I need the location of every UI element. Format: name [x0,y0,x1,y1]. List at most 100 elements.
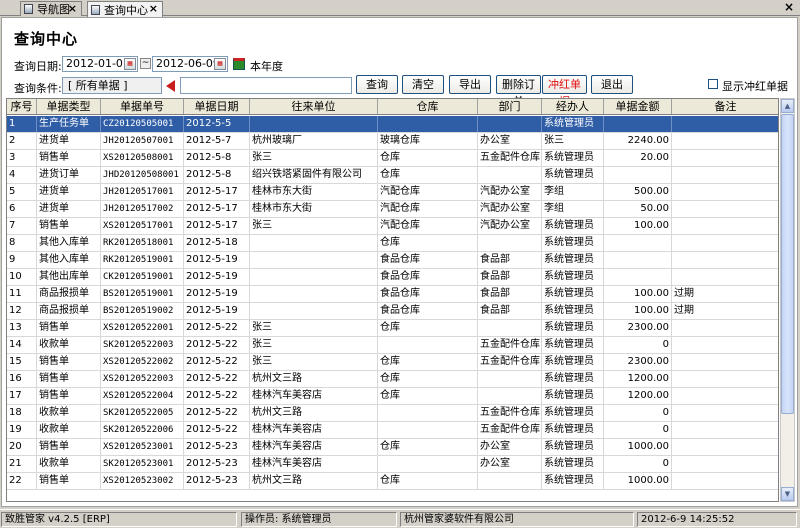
table-row[interactable]: 21 收款单 SK20120523001 2012-5-23 桂林汽车美容店 办公室 系统管… [7,456,778,473]
cell-doc-date: 2012-5-5 [184,116,250,132]
table-row[interactable]: 4 进货订单 JHD20120508001 2012-5-8 绍兴铁塔紧固件有限公司 仓库… [7,167,778,184]
scroll-up-icon[interactable]: ▲ [781,99,794,113]
cell-partner: 张三 [250,337,378,353]
table-row[interactable]: 8 其他入库单 RK20120518001 2012-5-18 仓库 系统管理员 [7,235,778,252]
header-col-department[interactable]: 部门 [478,99,542,114]
table-row[interactable]: 20 销售单 XS20120523001 2012-5-23 桂林汽车美容店 仓库 办公室系… [7,439,778,456]
table-row[interactable]: 9 其他入库单 RK20120519001 2012-5-19 食品仓库 食品部 系统管理员 [7,252,778,269]
cell-warehouse: 食品仓库 [378,269,478,285]
cell-department: 汽配办公室 [478,218,542,234]
table-row[interactable]: 19 收款单 SK20120522006 2012-5-22 桂林汽车美容店 五金配件仓库… [7,422,778,439]
cell-doc-number: SK20120522003 [101,337,184,353]
show-reverse-checkbox[interactable] [708,79,718,89]
cell-handler: 系统管理员 [542,405,604,421]
close-tab-icon[interactable]: × [149,2,158,16]
cell-warehouse: 仓库 [378,388,478,404]
condition-selector[interactable]: [ 所有单据 ] [62,77,162,94]
table-row[interactable]: 15 销售单 XS20120522002 2012-5-22 张三 仓库 五金配件仓库 系统管… [7,354,778,371]
close-tab-icon[interactable]: × [68,2,77,16]
header-col-amount[interactable]: 单据金额 [604,99,672,114]
header-col-doc-number[interactable]: 单据单号 [101,99,184,114]
cell-doc-number: RK20120518001 [101,235,184,251]
date-label: 查询日期: [14,60,62,73]
cell-doc-number: XS20120522004 [101,388,184,404]
cell-doc-date: 2012-5-19 [184,269,250,285]
tab-query-center[interactable]: 查询中心 × [87,1,163,17]
table-row[interactable]: 5 进货单 JH20120517001 2012-5-17 桂林市东大街 汽配仓库 汽配办公… [7,184,778,201]
cell-partner: 桂林市东大街 [250,184,378,200]
scroll-down-icon[interactable]: ▼ [781,487,794,501]
header-col-remark[interactable]: 备注 [672,99,778,114]
table-row[interactable]: 6 进货单 JH20120517002 2012-5-17 桂林市东大街 汽配仓库 汽配办公… [7,201,778,218]
calendar-icon[interactable]: ▦ [124,58,136,70]
table-row[interactable]: 11 商品报损单 BS20120519001 2012-5-19 食品仓库 食品部 系统管理… [7,286,778,303]
condition-input[interactable] [180,77,352,94]
close-window-icon[interactable]: × [784,0,794,15]
scroll-thumb[interactable] [781,114,794,414]
year-calendar-icon[interactable] [233,58,245,70]
cell-remark [672,218,778,234]
cell-doc-number: XS20120523001 [101,439,184,455]
tab-navigation-map[interactable]: 导航图 × [20,1,82,16]
header-col-index[interactable]: 序号 [7,99,37,114]
table-row[interactable]: 17 销售单 XS20120522004 2012-5-22 桂林汽车美容店 仓库 系统管理… [7,388,778,405]
cell-department: 办公室 [478,456,542,472]
header-col-partner[interactable]: 往来单位 [250,99,378,114]
clear-button[interactable]: 清空 [402,75,444,94]
table-row[interactable]: 1 生产任务单 CZ20120505001 2012-5-5 系统管理员 [7,116,778,133]
cell-doc-type: 收款单 [37,456,101,472]
table-row[interactable]: 14 收款单 SK20120522003 2012-5-22 张三 五金配件仓库 系统管理员… [7,337,778,354]
cell-doc-date: 2012-5-22 [184,371,250,387]
header-col-handler[interactable]: 经办人 [542,99,604,114]
cell-amount: 1200.00 [604,388,672,404]
table-row[interactable]: 16 销售单 XS20120522003 2012-5-22 杭州文三路 仓库 系统管理员 1… [7,371,778,388]
header-col-doc-date[interactable]: 单据日期 [184,99,250,114]
cell-partner [250,303,378,319]
cell-handler: 系统管理员 [542,354,604,370]
results-table[interactable]: 序号 单据类型 单据单号 单据日期 往来单位 仓库 部门 经办人 单据金额 备注 1 生产任务单 CZ… [6,98,779,502]
cell-department: 五金配件仓库 [478,422,542,438]
cell-doc-date: 2012-5-19 [184,252,250,268]
table-row[interactable]: 7 销售单 XS20120517001 2012-5-17 张三 汽配仓库 汽配办公室 系统管… [7,218,778,235]
arrow-left-icon[interactable] [166,80,175,92]
calendar-icon[interactable]: ▦ [214,58,226,70]
cell-handler: 系统管理员 [542,422,604,438]
table-row[interactable]: 18 收款单 SK20120522005 2012-5-22 杭州文三路 五金配件仓库 系统… [7,405,778,422]
header-col-warehouse[interactable]: 仓库 [378,99,478,114]
cell-amount: 0 [604,456,672,472]
search-button[interactable]: 查询 [356,75,398,94]
cell-amount: 0 [604,422,672,438]
cell-amount [604,235,672,251]
reverse-document-button[interactable]: 冲红单据 [542,75,587,108]
cell-handler: 张三 [542,133,604,149]
table-row[interactable]: 3 销售单 XS20120508001 2012-5-8 张三 仓库 五金配件仓库 系统管理员… [7,150,778,167]
table-row[interactable]: 10 其他出库单 CK20120519001 2012-5-19 食品仓库 食品部 系统管理… [7,269,778,286]
cell-warehouse: 仓库 [378,235,478,251]
export-button[interactable]: 导出 [449,75,491,94]
delete-order-button[interactable]: 删除订单 [496,75,541,108]
vertical-scrollbar[interactable]: ▲ ▼ [780,98,795,502]
cell-amount: 0 [604,405,672,421]
current-year-label[interactable]: 本年度 [250,58,283,74]
table-row[interactable]: 13 销售单 XS20120522001 2012-5-22 张三 仓库 系统管理员 2300… [7,320,778,337]
cell-warehouse: 仓库 [378,320,478,336]
cell-department [478,388,542,404]
cell-partner: 杭州文三路 [250,473,378,489]
cell-doc-type: 其他出库单 [37,269,101,285]
table-row[interactable]: 2 进货单 JH20120507001 2012-5-7 杭州玻璃厂 玻璃仓库 办公室 张三 2… [7,133,778,150]
cell-doc-type: 销售单 [37,439,101,455]
table-row[interactable]: 22 销售单 XS20120523002 2012-5-23 杭州文三路 仓库 系统管理员 1… [7,473,778,490]
condition-label: 查询条件: [14,82,62,95]
cell-doc-type: 收款单 [37,405,101,421]
cell-doc-type: 商品报损单 [37,303,101,319]
cell-remark [672,133,778,149]
table-row[interactable]: 12 商品报损单 BS20120519002 2012-5-19 食品仓库 食品部 系统管理… [7,303,778,320]
header-col-doc-type[interactable]: 单据类型 [37,99,101,114]
cell-index: 16 [7,371,37,387]
cell-partner: 桂林市东大街 [250,201,378,217]
cell-department: 食品部 [478,303,542,319]
cell-doc-number: SK20120522006 [101,422,184,438]
cell-doc-date: 2012-5-19 [184,286,250,302]
exit-button[interactable]: 退出 [591,75,633,94]
cell-doc-number: JHD20120508001 [101,167,184,183]
